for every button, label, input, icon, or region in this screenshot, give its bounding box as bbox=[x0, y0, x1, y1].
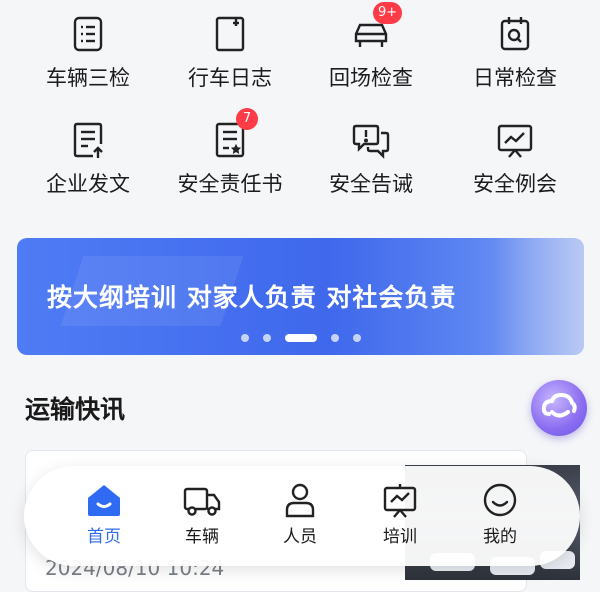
grid-item-return-inspection[interactable]: 9+ 回场检查 bbox=[296, 2, 446, 92]
grid-item-daily-inspection[interactable]: 日常检查 bbox=[440, 14, 590, 92]
grid-item-label: 企业发文 bbox=[46, 172, 130, 196]
grid-item-label: 安全例会 bbox=[473, 172, 557, 196]
person-icon bbox=[285, 483, 315, 518]
notification-badge: 9+ bbox=[373, 2, 403, 24]
carousel-dot-active[interactable] bbox=[284, 334, 317, 342]
bottom-tab-bar: 首页 车辆 人员 培训 我的 bbox=[24, 466, 580, 566]
training-board-icon bbox=[383, 484, 417, 518]
grid-item-vehicle-inspection[interactable]: 车辆三检 bbox=[13, 14, 163, 92]
carousel-dot[interactable] bbox=[330, 334, 339, 342]
grid-item-label: 行车日志 bbox=[188, 66, 272, 90]
grid-item-safety-pledge[interactable]: 7 安全责任书 bbox=[155, 108, 305, 198]
tab-home[interactable]: 首页 bbox=[64, 482, 144, 547]
section-title: 运输快讯 bbox=[25, 395, 126, 424]
carousel-indicator bbox=[17, 334, 584, 342]
alert-chat-icon bbox=[351, 120, 391, 160]
tab-label: 首页 bbox=[87, 527, 121, 547]
tab-vehicles[interactable]: 车辆 bbox=[162, 482, 242, 547]
tab-label: 人员 bbox=[283, 527, 317, 547]
document-upload-icon bbox=[68, 120, 108, 160]
grid-item-label: 车辆三检 bbox=[46, 66, 130, 90]
carousel-dot[interactable] bbox=[240, 334, 249, 342]
car-icon: 9+ bbox=[351, 2, 403, 54]
promo-banner[interactable]: 按大纲培训 对家人负责 对社会负责 bbox=[17, 238, 584, 355]
tab-personnel[interactable]: 人员 bbox=[260, 482, 340, 547]
grid-item-enterprise-docs[interactable]: 企业发文 bbox=[13, 120, 163, 198]
carousel-dot[interactable] bbox=[352, 334, 361, 342]
chart-board-icon bbox=[495, 120, 535, 160]
carousel-dot[interactable] bbox=[262, 334, 271, 342]
log-book-icon bbox=[210, 14, 250, 54]
tab-label: 车辆 bbox=[185, 527, 219, 547]
grid-item-label: 安全责任书 bbox=[177, 172, 283, 196]
document-star-icon: 7 bbox=[210, 108, 258, 160]
grid-item-safety-meeting[interactable]: 安全例会 bbox=[440, 120, 590, 198]
truck-icon bbox=[183, 487, 221, 516]
grid-item-driving-log[interactable]: 行车日志 bbox=[155, 14, 305, 92]
grid-item-label: 安全告诫 bbox=[329, 172, 413, 196]
grid-item-label: 日常检查 bbox=[473, 66, 557, 90]
tab-label: 我的 bbox=[483, 527, 517, 547]
tab-training[interactable]: 培训 bbox=[360, 482, 440, 547]
tab-label: 培训 bbox=[383, 527, 417, 547]
assistant-float-button[interactable] bbox=[531, 380, 587, 436]
notification-badge: 7 bbox=[236, 108, 258, 130]
grid-item-safety-warning[interactable]: 安全告诫 bbox=[296, 120, 446, 198]
grid-item-label: 回场检查 bbox=[329, 66, 413, 90]
calendar-search-icon bbox=[495, 14, 535, 54]
checklist-icon bbox=[68, 14, 108, 54]
cloud-logo-icon bbox=[541, 392, 577, 418]
home-icon bbox=[88, 485, 120, 516]
tab-mine[interactable]: 我的 bbox=[460, 482, 540, 547]
banner-slogan: 按大纲培训 对家人负责 对社会负责 bbox=[47, 283, 457, 312]
smile-icon bbox=[483, 483, 517, 517]
